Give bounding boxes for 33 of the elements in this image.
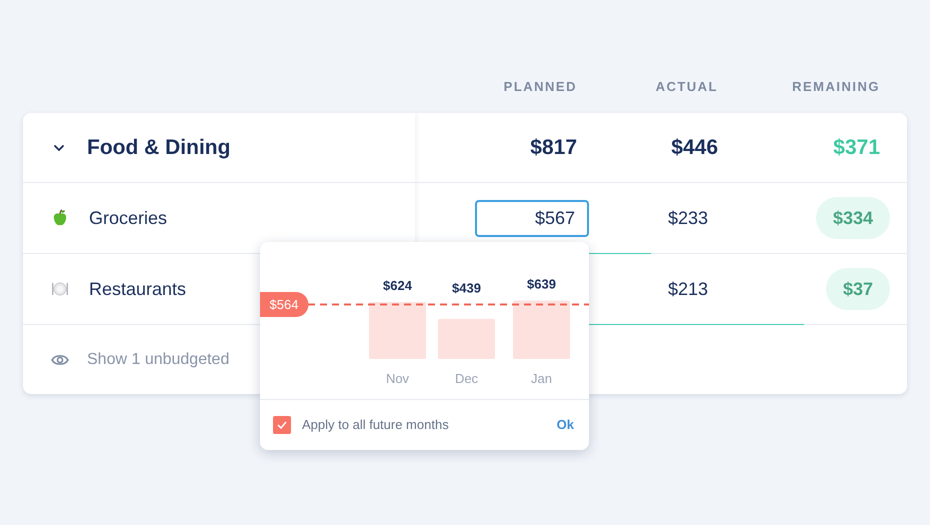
group-planned-amount: $817 — [530, 136, 577, 159]
bar-value-label: $639 — [527, 276, 556, 292]
group-remaining-amount: $371 — [833, 136, 880, 159]
average-pill: $564 — [260, 292, 308, 317]
bar — [513, 300, 570, 359]
category-name: Groceries — [89, 206, 168, 230]
actual-amount: $233 — [668, 208, 708, 228]
column-header: REMAINING — [792, 79, 880, 94]
month-label: Dec — [454, 371, 478, 386]
remaining-badge: $37 — [826, 268, 890, 310]
bar-value-label: $624 — [383, 278, 412, 293]
planned-amount-field[interactable]: $567 — [475, 200, 589, 236]
checkbox[interactable] — [273, 416, 291, 434]
group-name: Food & Dining — [87, 134, 230, 161]
month-label: Nov — [386, 371, 410, 386]
checkbox-label: Apply to all future months — [302, 416, 449, 434]
column-header: PLANNED — [504, 79, 577, 94]
eye-icon[interactable] — [51, 352, 69, 366]
column-header: ACTUAL — [656, 79, 718, 94]
chevron-down-icon[interactable] — [53, 144, 65, 152]
apple-icon — [51, 209, 69, 227]
ok-button[interactable]: Ok — [556, 415, 574, 435]
bar-value-label: $439 — [452, 280, 481, 296]
plate-icon — [51, 280, 69, 298]
check-icon — [277, 421, 287, 429]
show-unbudgeted-link[interactable]: Show 1 unbudgeted — [87, 348, 230, 372]
category-name: Restaurants — [89, 278, 186, 300]
month-label: Jan — [531, 371, 552, 386]
group-actual-amount: $446 — [671, 136, 718, 159]
bar — [438, 318, 495, 359]
remaining-badge: $334 — [816, 197, 890, 239]
actual-amount: $213 — [668, 278, 708, 298]
bar — [369, 302, 426, 359]
